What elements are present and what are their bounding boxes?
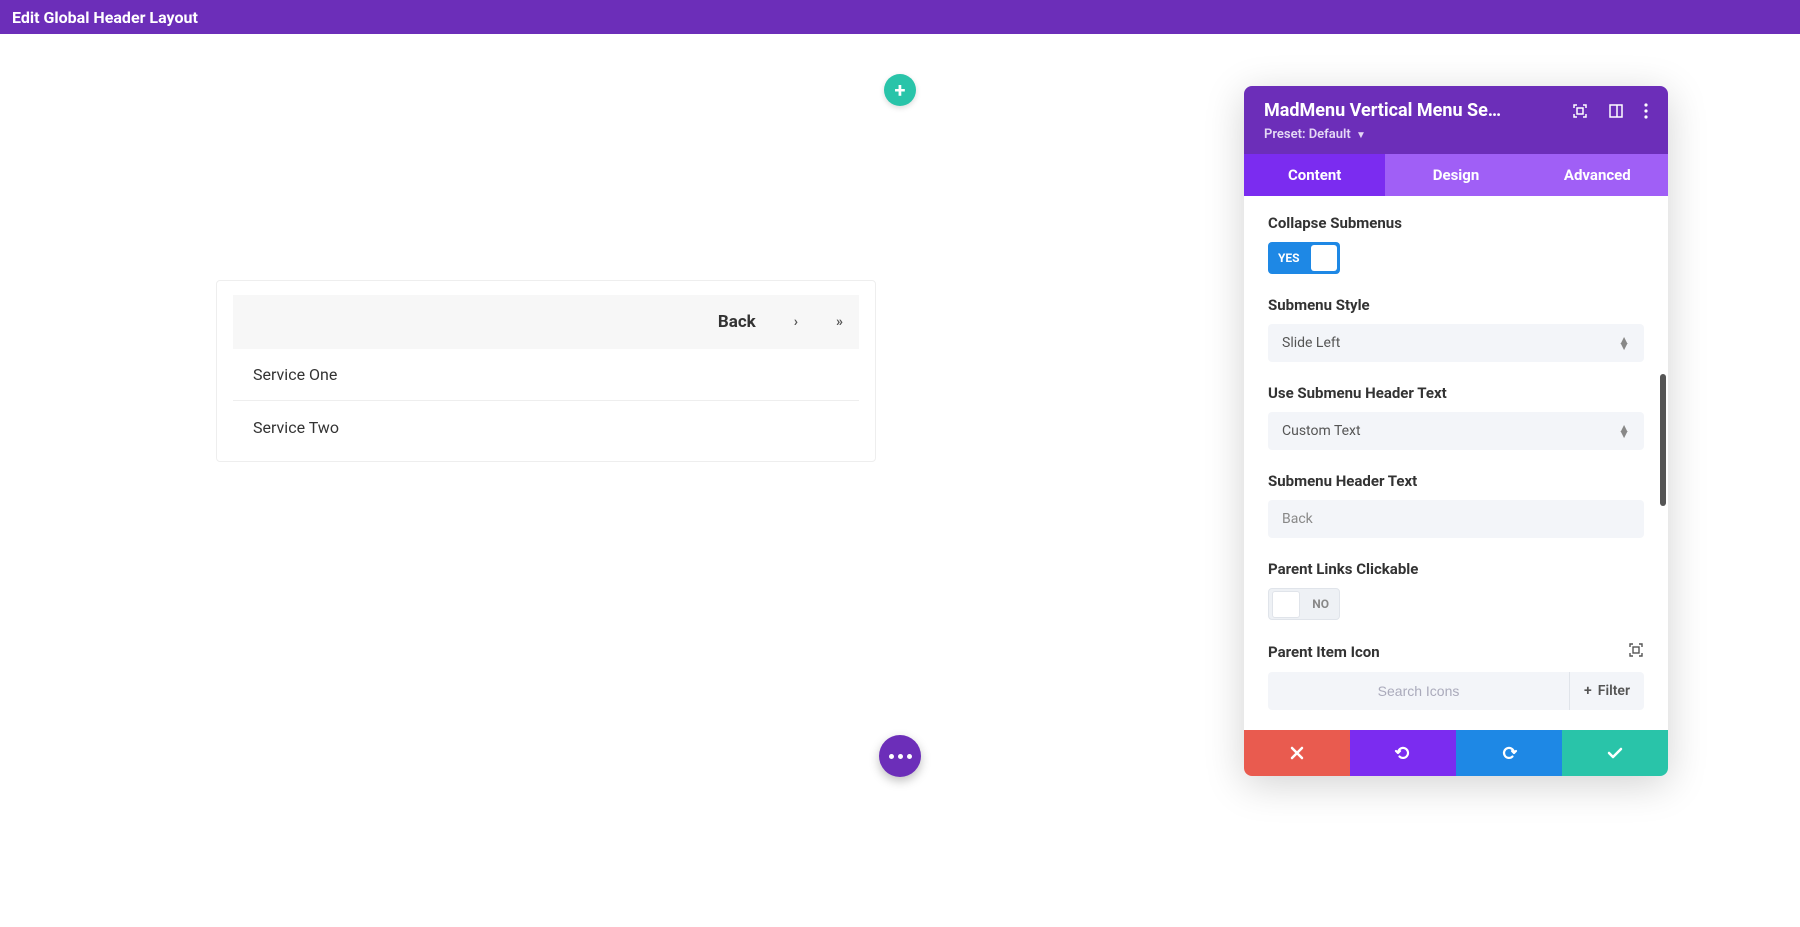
tab-content[interactable]: Content [1244,154,1385,196]
field-label: Submenu Header Text [1268,472,1644,490]
menu-preview: Back › » Service One Service Two [216,280,876,462]
cancel-button[interactable] [1244,730,1350,776]
toggle-collapse-submenus[interactable]: YES [1268,242,1340,274]
tab-design[interactable]: Design [1385,154,1526,196]
arrow-right-icon[interactable]: → [1393,720,1435,730]
arrow-up-right-icon[interactable]: ↗ [1477,720,1519,730]
field-collapse-submenus: Collapse Submenus YES [1268,214,1644,274]
menu-item[interactable]: Service Two [233,401,859,453]
preset-selector[interactable]: Preset: Default ▼ [1264,127,1648,142]
menu-item-label: Service One [253,365,337,384]
field-use-header-text: Use Submenu Header Text Custom Text ▲▼ [1268,384,1644,450]
expand-icon[interactable] [1572,103,1588,119]
select-caret-icon: ▲▼ [1618,425,1630,437]
arrow-down-right-icon[interactable]: ↘ [1519,720,1561,730]
panel-body: Collapse Submenus YES Submenu Style Slid… [1244,196,1668,730]
filter-label: Filter [1598,683,1630,699]
toggle-parent-clickable[interactable]: NO [1268,588,1340,620]
plus-icon: + [1584,683,1592,699]
dots-icon [889,754,912,759]
menu-item[interactable]: Service One [233,349,859,401]
arrow-left-icon[interactable]: ← [1352,720,1394,730]
kebab-icon[interactable] [1644,103,1648,119]
preset-label: Preset: [1264,127,1305,142]
field-parent-clickable: Parent Links Clickable NO [1268,560,1644,620]
field-label: Parent Item Icon [1268,642,1644,662]
panel-header: MadMenu Vertical Menu Se… Preset: Defaul… [1244,86,1668,154]
tab-advanced[interactable]: Advanced [1527,154,1668,196]
scrollbar[interactable] [1660,374,1666,506]
chevron-double-right-icon: » [836,314,843,330]
menu-back-label: Back [718,312,756,332]
responsive-icon[interactable] [1628,642,1644,662]
top-bar: Edit Global Header Layout [0,0,1800,34]
icon-search-row: + Filter [1268,672,1644,710]
panel-footer [1244,730,1668,776]
arrow-down-left-icon[interactable]: ↙ [1560,720,1602,730]
input-header-text[interactable]: Back [1268,500,1644,538]
arrow-up-left-icon[interactable]: ↖ [1435,720,1477,730]
chevron-right-icon: › [794,314,798,330]
redo-button[interactable] [1456,730,1562,776]
search-icons-input[interactable] [1268,683,1569,699]
settings-panel: MadMenu Vertical Menu Se… Preset: Defaul… [1244,86,1668,776]
arrow-up-down-icon[interactable]: ↕ [1602,720,1644,730]
save-button[interactable] [1562,730,1668,776]
select-use-header-text[interactable]: Custom Text ▲▼ [1268,412,1644,450]
panel-tabs: Content Design Advanced [1244,154,1668,196]
field-header-text: Submenu Header Text Back [1268,472,1644,538]
add-section-button[interactable]: + [884,74,916,106]
plus-icon: + [895,78,906,102]
fab-button[interactable] [879,735,921,777]
field-label: Submenu Style [1268,296,1644,314]
canvas: + Back › » Service One Service Two MadMe… [0,34,1800,927]
arrow-down-icon[interactable]: ↓ [1310,720,1352,730]
menu-back-header[interactable]: Back › » [233,295,859,349]
field-label: Use Submenu Header Text [1268,384,1644,402]
select-value: Custom Text [1282,423,1361,439]
select-value: Slide Left [1282,335,1340,351]
menu-item-label: Service Two [253,418,339,437]
panel-title: MadMenu Vertical Menu Se… [1264,100,1501,121]
arrow-up-icon[interactable]: ↑ [1268,720,1310,730]
field-label: Collapse Submenus [1268,214,1644,232]
snap-icon[interactable] [1608,103,1624,119]
preset-value: Default [1309,127,1351,142]
page-title: Edit Global Header Layout [12,8,198,27]
field-parent-icon: Parent Item Icon + Filter ↑ ↓ ← [1268,642,1644,730]
field-submenu-style: Submenu Style Slide Left ▲▼ [1268,296,1644,362]
select-submenu-style[interactable]: Slide Left ▲▼ [1268,324,1644,362]
filter-button[interactable]: + Filter [1569,672,1644,710]
undo-button[interactable] [1350,730,1456,776]
toggle-value: NO [1312,597,1329,611]
caret-down-icon: ▼ [1356,130,1366,141]
field-label-text: Parent Item Icon [1268,643,1380,661]
select-caret-icon: ▲▼ [1618,337,1630,349]
toggle-value: YES [1278,251,1300,265]
field-label: Parent Links Clickable [1268,560,1644,578]
icon-grid: ↑ ↓ ← → ↖ ↗ ↘ ↙ ↕ [1268,720,1644,730]
input-value: Back [1282,511,1313,527]
